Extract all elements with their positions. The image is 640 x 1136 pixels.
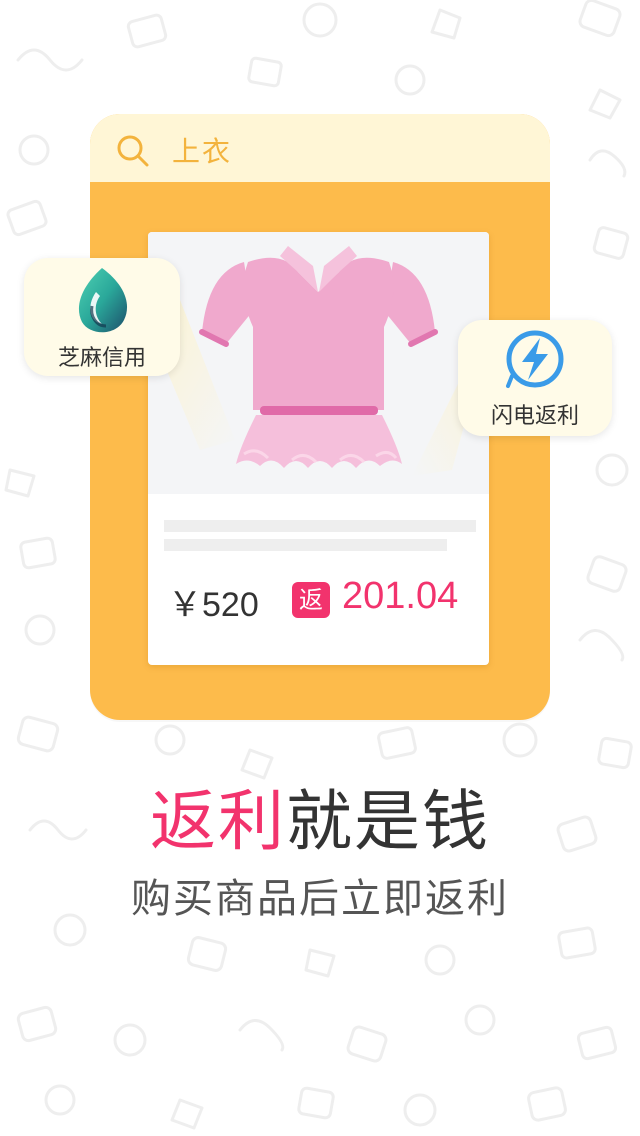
product-image — [148, 232, 489, 494]
sesame-credit-badge: 芝麻信用 — [24, 258, 180, 376]
search-query: 上衣 — [172, 135, 233, 168]
rebate-badge: 返 — [292, 582, 330, 618]
title-placeholder-line — [164, 520, 476, 532]
search-icon — [117, 135, 149, 167]
search-bar[interactable]: 上衣 — [90, 114, 550, 182]
lightning-icon — [506, 330, 564, 388]
lightning-rebate-label: 闪电返利 — [490, 404, 579, 429]
product-price: ￥520 — [168, 586, 259, 624]
sesame-credit-label: 芝麻信用 — [57, 346, 146, 371]
subheadline: 购买商品后立即返利 — [131, 876, 509, 922]
rebate-amount: 201.04 — [342, 575, 459, 617]
lightning-rebate-badge: 闪电返利 — [458, 320, 612, 436]
title-placeholder-line — [164, 539, 447, 551]
headline-accent: 返利 — [150, 783, 286, 860]
product-card[interactable]: ￥520 返 201.04 — [148, 232, 489, 665]
sesame-credit-icon — [78, 268, 128, 333]
headline: 返利就是钱 — [0, 782, 640, 862]
headline-rest: 就是钱 — [286, 783, 490, 860]
blouse-illustration — [199, 246, 438, 468]
